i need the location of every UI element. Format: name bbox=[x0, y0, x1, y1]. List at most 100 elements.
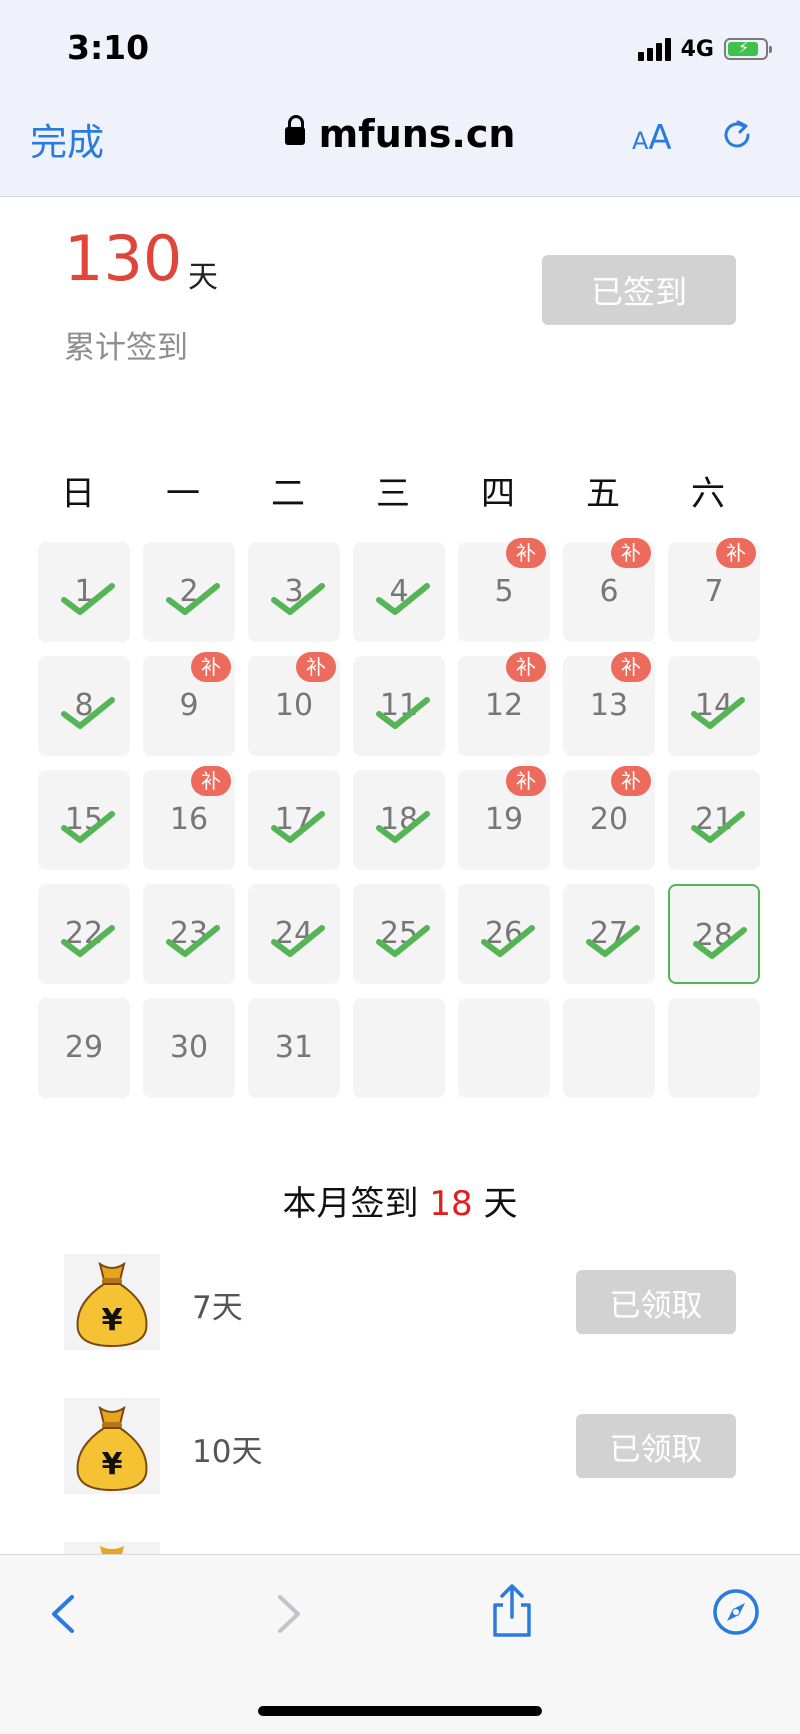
calendar-day[interactable]: 17 bbox=[248, 770, 340, 870]
checkmark-icon bbox=[376, 697, 430, 729]
calendar-day[interactable]: 26 bbox=[458, 884, 550, 984]
weekday-wed: 三 bbox=[376, 474, 410, 514]
makeup-badge[interactable]: 补 bbox=[716, 538, 756, 568]
compass-icon[interactable] bbox=[711, 1587, 761, 1637]
calendar-day[interactable]: 10 补 bbox=[248, 652, 340, 756]
calendar-day[interactable]: 6补 bbox=[563, 538, 655, 642]
text-size-button[interactable]: AA bbox=[632, 118, 672, 158]
day-number: 16 bbox=[169, 802, 209, 837]
reward-label: 7天 bbox=[192, 1290, 243, 1326]
day-number: 20 bbox=[589, 802, 629, 837]
day-number: 5 bbox=[494, 574, 514, 609]
weekday-sun: 日 bbox=[61, 474, 95, 514]
money-bag-icon: ¥ bbox=[64, 1398, 160, 1494]
calendar-day[interactable]: 15 bbox=[38, 770, 130, 870]
money-bag-icon: ¥ bbox=[64, 1254, 160, 1350]
signed-in-button[interactable]: 已签到 bbox=[542, 255, 736, 325]
calendar-day[interactable]: 11 bbox=[353, 656, 445, 756]
checkmark-icon bbox=[271, 811, 325, 843]
url-text: mfuns.cn bbox=[318, 112, 516, 156]
checkmark-icon bbox=[61, 925, 115, 957]
claimed-button[interactable]: 已领取 bbox=[576, 1414, 736, 1478]
makeup-badge[interactable]: 补 bbox=[506, 538, 546, 568]
claimed-button[interactable]: 已领取 bbox=[576, 1270, 736, 1334]
calendar-day[interactable]: 1 bbox=[38, 542, 130, 642]
day-number: 30 bbox=[169, 1030, 209, 1065]
calendar-day[interactable]: 24 bbox=[248, 884, 340, 984]
calendar-day[interactable]: 14 bbox=[668, 656, 760, 756]
makeup-badge[interactable]: 补 bbox=[506, 652, 546, 682]
makeup-badge[interactable]: 补 bbox=[506, 766, 546, 796]
weekday-header: 日 一 二 三 四 五 六 bbox=[32, 466, 772, 514]
calendar-day[interactable]: 25 bbox=[353, 884, 445, 984]
back-icon[interactable] bbox=[40, 1589, 90, 1639]
checkmark-icon bbox=[166, 583, 220, 615]
checkmark-icon bbox=[481, 925, 535, 957]
reward-row: ¥ 10天 已领取 bbox=[0, 1398, 800, 1498]
calendar-day[interactable]: 3 bbox=[248, 542, 340, 642]
share-icon[interactable] bbox=[487, 1583, 537, 1639]
makeup-badge[interactable]: 补 bbox=[611, 538, 651, 568]
day-number: 6 bbox=[599, 574, 619, 609]
checkmark-icon bbox=[586, 925, 640, 957]
makeup-badge[interactable]: 补 bbox=[611, 766, 651, 796]
total-days-unit: 天 bbox=[188, 260, 218, 295]
weekday-mon: 一 bbox=[166, 474, 200, 514]
checkmark-icon bbox=[271, 925, 325, 957]
home-indicator bbox=[258, 1706, 542, 1716]
calendar-day[interactable]: 21 bbox=[668, 770, 760, 870]
checkmark-icon bbox=[691, 811, 745, 843]
reload-icon[interactable] bbox=[720, 118, 754, 152]
makeup-badge[interactable]: 补 bbox=[191, 766, 231, 796]
calendar-day[interactable]: 5补 bbox=[458, 538, 550, 642]
calendar-day[interactable]: 30 bbox=[143, 998, 235, 1098]
cellular-signal-icon bbox=[637, 37, 671, 61]
calendar-day-today[interactable]: 28 bbox=[668, 884, 760, 984]
status-indicators: 4G ⚡ bbox=[637, 36, 772, 62]
browser-top-bar: 3:10 4G ⚡ 完成 mfuns.cn AA bbox=[0, 0, 800, 197]
network-type: 4G bbox=[680, 36, 714, 62]
calendar-day[interactable]: 27 bbox=[563, 884, 655, 984]
checkmark-icon bbox=[691, 697, 745, 729]
calendar-day[interactable]: 18 bbox=[353, 770, 445, 870]
checkmark-icon bbox=[376, 583, 430, 615]
makeup-badge[interactable]: 补 bbox=[611, 652, 651, 682]
calendar-day-empty bbox=[353, 998, 445, 1098]
calendar-day[interactable]: 8 bbox=[38, 656, 130, 756]
monthly-suffix: 天 bbox=[483, 1184, 518, 1224]
total-checkin-days: 130 bbox=[64, 222, 183, 295]
monthly-count: 18 bbox=[429, 1184, 473, 1224]
monthly-prefix: 本月签到 bbox=[282, 1184, 419, 1224]
checkmark-icon bbox=[376, 925, 430, 957]
weekday-tue: 二 bbox=[271, 474, 305, 514]
calendar-day[interactable]: 12 补 bbox=[458, 652, 550, 756]
calendar-day[interactable]: 7补 bbox=[668, 538, 760, 642]
calendar-day-empty bbox=[668, 998, 760, 1098]
calendar-day[interactable]: 23 bbox=[143, 884, 235, 984]
makeup-badge[interactable]: 补 bbox=[191, 652, 231, 682]
weekday-thu: 四 bbox=[481, 474, 515, 514]
calendar-day[interactable]: 9补 bbox=[143, 652, 235, 756]
calendar-day[interactable]: 31 bbox=[248, 998, 340, 1098]
address-bar[interactable]: mfuns.cn bbox=[0, 112, 800, 156]
calendar-day[interactable]: 20 补 bbox=[563, 766, 655, 870]
calendar-day[interactable]: 16 补 bbox=[143, 766, 235, 870]
monthly-checkin-summary: 本月签到 18 天 bbox=[0, 1176, 800, 1225]
makeup-badge[interactable]: 补 bbox=[296, 652, 336, 682]
forward-icon[interactable] bbox=[262, 1589, 312, 1639]
calendar-day[interactable]: 4 bbox=[353, 542, 445, 642]
calendar-day[interactable]: 2 bbox=[143, 542, 235, 642]
battery-charging-icon: ⚡ bbox=[724, 38, 772, 60]
calendar-day-empty bbox=[458, 998, 550, 1098]
day-number: 10 bbox=[274, 688, 314, 723]
checkmark-icon bbox=[376, 811, 430, 843]
day-number: 7 bbox=[704, 574, 724, 609]
money-bag-icon bbox=[64, 1542, 160, 1554]
calendar-day[interactable]: 19 补 bbox=[458, 766, 550, 870]
checkmark-icon bbox=[61, 583, 115, 615]
calendar-day[interactable]: 29 bbox=[38, 998, 130, 1098]
calendar-day[interactable]: 13 补 bbox=[563, 652, 655, 756]
day-number: 29 bbox=[64, 1030, 104, 1065]
calendar-day[interactable]: 22 bbox=[38, 884, 130, 984]
day-number: 9 bbox=[179, 688, 199, 723]
